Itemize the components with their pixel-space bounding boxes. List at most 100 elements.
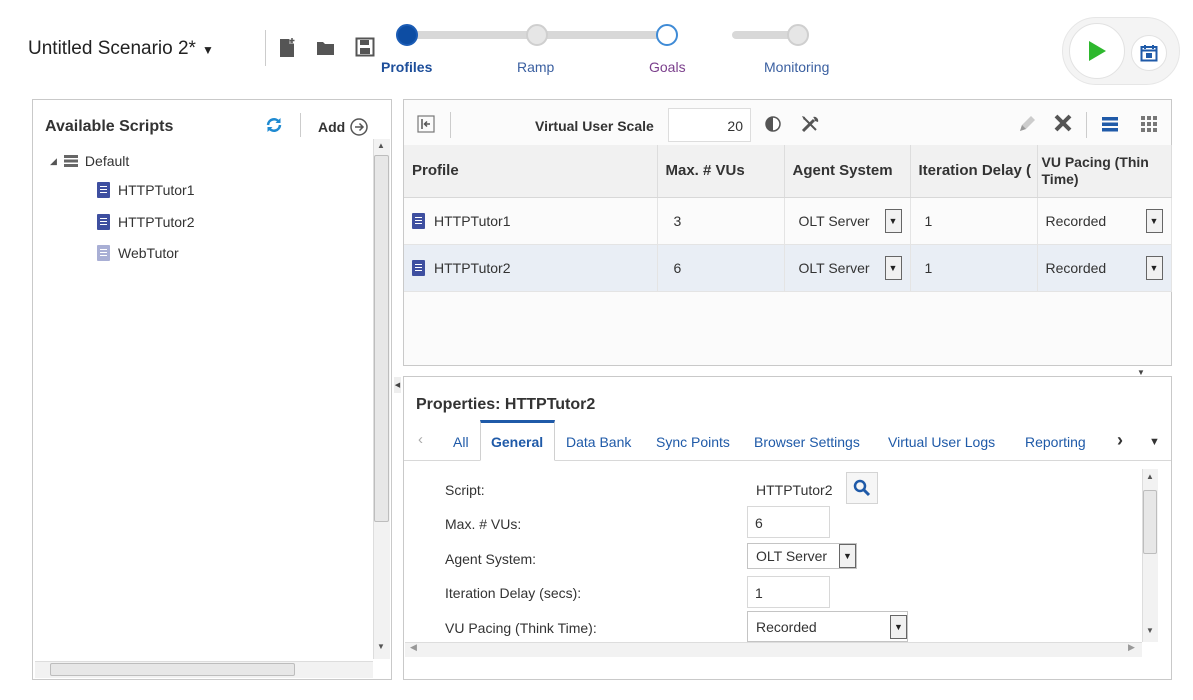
tab-reporting[interactable]: Reporting <box>1025 434 1086 450</box>
agent-dropdown-button[interactable]: ▼ <box>884 255 902 280</box>
collapse-left-icon[interactable] <box>417 115 435 136</box>
column-header-max-vus[interactable]: Max. # VUs <box>657 145 785 198</box>
scroll-thumb[interactable] <box>374 155 389 522</box>
script-icon <box>412 259 425 276</box>
step-monitoring-node[interactable] <box>787 24 809 46</box>
agent-system-cell: OLT Server ▼ <box>784 244 911 292</box>
delete-x-icon[interactable] <box>1053 113 1073 136</box>
agent-system-value: OLT Server <box>756 548 828 564</box>
properties-horizontal-scrollbar[interactable] <box>405 642 1142 657</box>
scroll-thumb[interactable] <box>1143 490 1157 554</box>
search-script-button[interactable] <box>846 472 878 504</box>
edit-pencil-icon[interactable] <box>1017 114 1037 137</box>
vu-scale-input[interactable]: 20 <box>668 108 751 142</box>
step-ramp-node[interactable] <box>526 24 548 46</box>
scroll-up-arrow[interactable]: ▲ <box>377 141 385 150</box>
max-vus-cell[interactable]: 3 <box>657 197 785 245</box>
save-icon[interactable] <box>355 37 375 57</box>
tree-root-default[interactable]: ◢ Default <box>50 153 129 169</box>
agent-value: OLT Server <box>798 212 870 229</box>
tree-item-httptutor2[interactable]: HTTPTutor2 <box>97 214 195 230</box>
pacing-dropdown-button[interactable]: ▼ <box>1145 208 1163 233</box>
tree-item-label: HTTPTutor2 <box>118 214 195 230</box>
iteration-delay-label: Iteration Delay (secs): <box>445 585 582 601</box>
step-profiles-label[interactable]: Profiles <box>381 59 432 75</box>
step-goals-node[interactable] <box>656 24 678 46</box>
column-header-vu-pacing[interactable]: VU Pacing (Thin Time) <box>1037 145 1172 198</box>
tab-all[interactable]: All <box>453 434 469 450</box>
vu-pacing-value: Recorded <box>756 618 817 635</box>
play-icon <box>1089 41 1106 61</box>
scroll-down-arrow[interactable]: ▼ <box>1146 626 1154 635</box>
run-button[interactable] <box>1069 23 1125 79</box>
table-row[interactable]: HTTPTutor1 3 OLT Server ▼ 1 Recorded ▼ <box>404 197 1172 245</box>
vu-pacing-select[interactable]: Recorded ▼ <box>747 611 908 642</box>
tab-data-bank[interactable]: Data Bank <box>566 434 631 450</box>
iteration-delay-cell[interactable]: 1 <box>910 244 1038 292</box>
scroll-down-arrow[interactable]: ▼ <box>377 642 385 651</box>
toolbar-divider <box>265 30 266 66</box>
column-header-iteration-delay[interactable]: Iteration Delay ( <box>910 145 1038 198</box>
scenario-title-menu[interactable]: Untitled Scenario 2* ▼ <box>28 38 214 60</box>
profile-name: HTTPTutor2 <box>434 259 511 276</box>
vu-pacing-cell: Recorded ▼ <box>1037 244 1172 292</box>
iteration-delay-cell[interactable]: 1 <box>910 197 1038 245</box>
script-label: Script: <box>445 482 485 498</box>
profile-cell: HTTPTutor1 <box>404 197 658 245</box>
panel-title: Available Scripts <box>45 118 174 135</box>
half-circle-icon[interactable] <box>765 116 781 135</box>
scroll-left-arrow[interactable]: ◀ <box>410 642 417 653</box>
tab-sync-points[interactable]: Sync Points <box>656 434 730 450</box>
open-folder-icon[interactable] <box>316 38 336 58</box>
vu-pacing-cell: Recorded ▼ <box>1037 197 1172 245</box>
tab-browser-settings[interactable]: Browser Settings <box>754 434 860 450</box>
agent-dropdown-button[interactable]: ▼ <box>884 208 902 233</box>
database-icon <box>63 155 78 167</box>
refresh-icon[interactable] <box>265 117 283 136</box>
script-value: HTTPTutor2 <box>756 482 833 498</box>
iteration-delay-input[interactable]: 1 <box>747 576 830 608</box>
add-script-button[interactable]: Add <box>318 118 368 136</box>
properties-title: Properties: HTTPTutor2 <box>416 396 596 413</box>
column-header-agent-system[interactable]: Agent System <box>784 145 911 198</box>
step-goals-label[interactable]: Goals <box>649 59 686 75</box>
grid-view-icon[interactable] <box>1140 115 1158 136</box>
max-vus-cell[interactable]: 6 <box>657 244 785 292</box>
new-file-icon[interactable] <box>277 38 297 58</box>
table-row-selected[interactable]: HTTPTutor2 6 OLT Server ▼ 1 Recorded ▼ <box>404 244 1172 292</box>
step-profiles-node[interactable] <box>396 24 418 46</box>
tabs-overflow-menu-icon[interactable]: ▼ <box>1149 436 1160 448</box>
tab-virtual-user-logs[interactable]: Virtual User Logs <box>888 434 995 450</box>
max-vus-input[interactable]: 6 <box>747 506 830 538</box>
tabs-scroll-left-icon[interactable]: ‹ <box>418 431 423 448</box>
scenario-title: Untitled Scenario 2* <box>28 38 196 59</box>
pacing-value: Recorded <box>1045 259 1107 276</box>
table-header-row: Profile Max. # VUs Agent System Iteratio… <box>404 145 1172 198</box>
scroll-up-arrow[interactable]: ▲ <box>1146 472 1154 481</box>
tree-item-webtutor[interactable]: WebTutor <box>97 245 179 261</box>
script-icon <box>97 182 110 198</box>
step-ramp-label[interactable]: Ramp <box>517 59 554 75</box>
tabs-scroll-right-icon[interactable]: › <box>1117 430 1123 451</box>
profile-name: HTTPTutor1 <box>434 212 511 229</box>
agent-value: OLT Server <box>798 259 870 276</box>
step-monitoring-label[interactable]: Monitoring <box>764 59 829 75</box>
scroll-right-arrow[interactable]: ▶ <box>1128 642 1135 653</box>
column-header-profile[interactable]: Profile <box>404 145 658 198</box>
splitter-collapse-handle[interactable]: ◀ <box>394 377 401 393</box>
train-connector <box>537 31 667 39</box>
list-view-icon[interactable] <box>1101 115 1119 136</box>
tree-item-httptutor1[interactable]: HTTPTutor1 <box>97 182 195 198</box>
chevron-down-icon[interactable]: ▼ <box>839 544 856 568</box>
collapse-triangle-icon[interactable]: ◢ <box>50 156 57 167</box>
arrow-circle-right-icon <box>350 118 368 136</box>
script-icon <box>412 212 425 229</box>
pacing-dropdown-button[interactable]: ▼ <box>1145 255 1163 280</box>
schedule-button[interactable] <box>1131 35 1167 71</box>
tools-icon[interactable] <box>800 114 822 137</box>
toolbar-divider <box>450 112 451 138</box>
h-scroll-thumb[interactable] <box>50 663 295 676</box>
agent-system-select[interactable]: OLT Server ▼ <box>747 543 857 569</box>
chevron-down-icon[interactable]: ▼ <box>890 614 907 639</box>
tab-general[interactable]: General <box>491 434 543 450</box>
